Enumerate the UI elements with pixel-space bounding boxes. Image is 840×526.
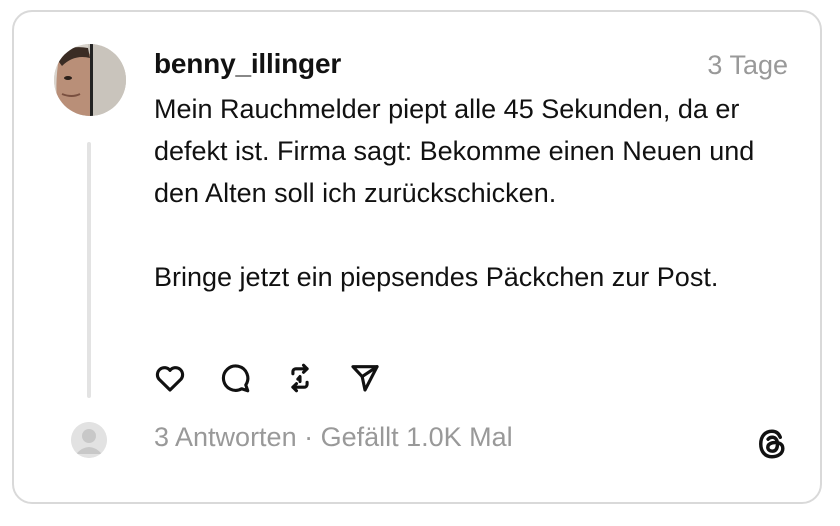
post-card: benny_illinger 3 Tage Mein Rauchmelder p… <box>12 10 822 504</box>
send-icon[interactable] <box>347 360 382 395</box>
post-stats: 3 Antworten · Gefällt 1.0K Mal <box>154 422 513 453</box>
username[interactable]: benny_illinger <box>154 48 341 80</box>
post-paragraph: Mein Rauchmelder piept alle 45 Sekunden,… <box>154 94 755 208</box>
thread-line <box>87 142 91 398</box>
user-placeholder-icon <box>71 422 107 458</box>
avatar[interactable] <box>54 44 126 116</box>
threads-logo-icon[interactable] <box>754 426 790 462</box>
likes-count[interactable]: Gefällt 1.0K Mal <box>321 422 513 452</box>
post-text: Mein Rauchmelder piept alle 45 Sekunden,… <box>154 88 804 298</box>
avatar-image <box>54 44 126 116</box>
stats-separator: · <box>296 422 321 452</box>
comment-icon[interactable] <box>217 360 252 395</box>
repost-icon[interactable] <box>282 360 317 395</box>
action-bar <box>152 360 382 395</box>
heart-icon[interactable] <box>152 360 187 395</box>
post-time: 3 Tage <box>707 50 788 80</box>
replies-count[interactable]: 3 Antworten <box>154 422 297 452</box>
post-paragraph: Bringe jetzt ein piepsendes Päckchen zur… <box>154 262 719 292</box>
reply-avatar <box>71 422 107 458</box>
